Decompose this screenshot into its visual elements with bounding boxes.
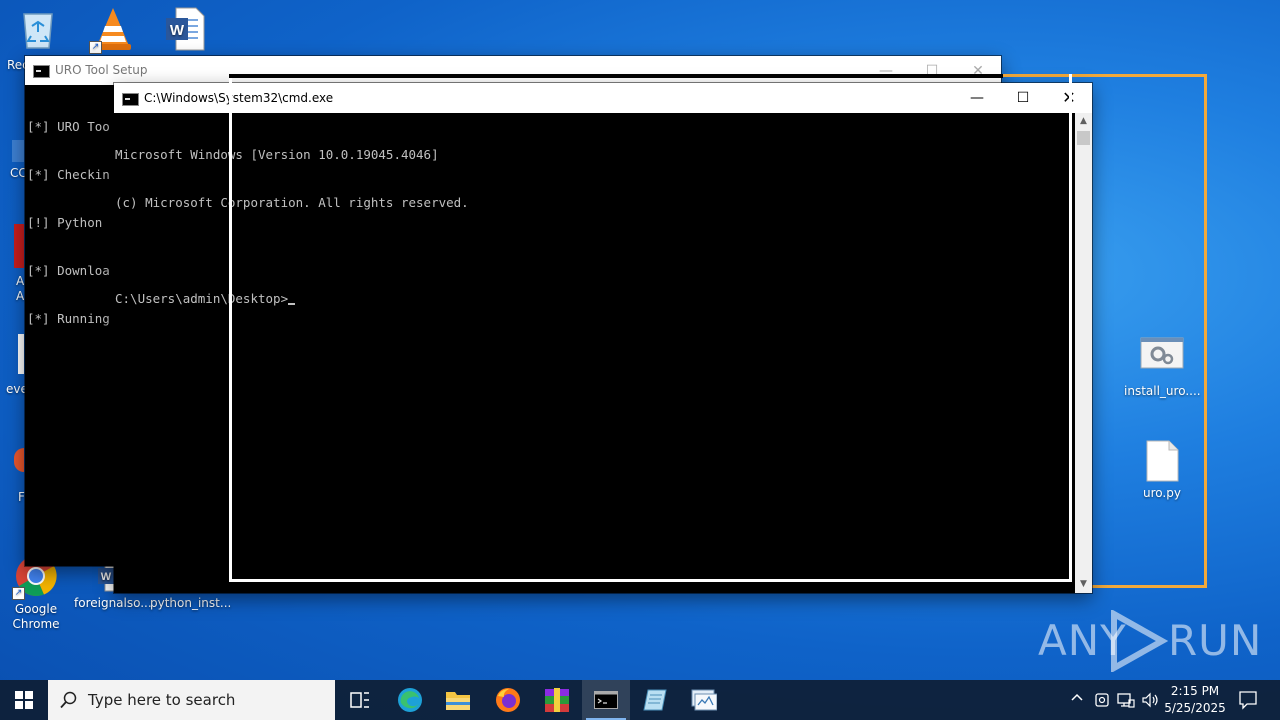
taskbar-search-box[interactable]: Type here to search <box>48 680 335 720</box>
speaker-icon <box>1142 692 1158 708</box>
desktop-icon-recycle-bin[interactable]: Rec <box>0 8 76 72</box>
vertical-scrollbar[interactable]: ▲ ▼ <box>1075 113 1092 593</box>
clipped-desktop-icon[interactable] <box>14 224 24 268</box>
winrar-icon <box>545 688 569 712</box>
play-logo-icon <box>1111 610 1168 672</box>
console-line: [*] Downloa <box>27 263 110 278</box>
desktop-icon-label: eve <box>6 382 28 396</box>
window-title: URO Tool Setup <box>55 63 148 77</box>
search-icon <box>60 691 77 709</box>
console-app-icon <box>122 93 139 106</box>
windows-logo-icon <box>15 691 33 709</box>
desktop-icon-label: python_inst... <box>150 596 232 610</box>
tray-network-icon[interactable] <box>1117 691 1135 712</box>
clipped-desktop-icon[interactable] <box>12 140 24 162</box>
clipped-desktop-icon[interactable] <box>18 334 24 374</box>
shield-icon <box>1095 693 1109 707</box>
app-window-icon <box>691 689 717 711</box>
edge-icon <box>398 688 422 712</box>
notification-icon <box>1239 691 1257 710</box>
action-center-button[interactable] <box>1238 690 1258 713</box>
search-placeholder: Type here to search <box>88 691 236 709</box>
tray-volume-icon[interactable] <box>1141 691 1159 712</box>
folder-icon <box>446 692 470 710</box>
cmd-icon <box>594 691 618 709</box>
show-hidden-icons-button[interactable] <box>1070 691 1086 709</box>
taskbar-app-window[interactable] <box>680 680 728 720</box>
firefox-icon <box>496 688 520 712</box>
console-line: [*] URO Too <box>27 119 110 134</box>
console-line: [*] Checkin <box>27 167 110 182</box>
highlight-frame-white-top <box>229 74 1003 78</box>
chevron-up-icon <box>1071 693 1083 701</box>
clock-date: 5/25/2025 <box>1164 701 1226 715</box>
scroll-thumb[interactable] <box>1077 131 1090 145</box>
taskbar-edge[interactable] <box>386 680 434 720</box>
word-document-icon: W <box>164 6 206 52</box>
desktop-icon-label: Google Chrome <box>12 602 60 631</box>
scroll-up-arrow-icon[interactable]: ▲ <box>1075 113 1092 130</box>
tray-security-icon[interactable] <box>1094 691 1110 712</box>
clipped-desktop-icon[interactable] <box>14 448 24 472</box>
clock-time: 2:15 PM <box>1170 684 1220 698</box>
console-app-icon <box>33 65 50 78</box>
watermark-text-right: RUN <box>1168 616 1263 665</box>
console-output: [*] URO Too [*] Checkin [!] Python [*] D… <box>27 87 110 359</box>
vlc-icon: ↗ <box>89 6 135 54</box>
taskbar-winrar[interactable] <box>533 680 581 720</box>
taskbar-file-explorer[interactable] <box>434 680 482 720</box>
notepad-icon <box>643 689 667 711</box>
highlight-frame-white <box>229 74 1072 582</box>
taskbar-cmd[interactable] <box>582 680 630 720</box>
desktop-icon-vlc[interactable]: ↗ <box>88 6 138 56</box>
taskbar-firefox[interactable] <box>484 680 532 720</box>
desktop-icon-word[interactable]: W <box>160 6 210 56</box>
start-button[interactable] <box>0 680 48 720</box>
scroll-down-arrow-icon[interactable]: ▼ <box>1075 576 1092 593</box>
recycle-bin-icon <box>18 8 58 50</box>
svg-text:W: W <box>101 571 112 583</box>
taskbar-notepad[interactable] <box>631 680 679 720</box>
shortcut-arrow-icon: ↗ <box>12 587 25 600</box>
console-line: [*] Running <box>27 311 110 326</box>
shortcut-arrow-icon: ↗ <box>89 41 102 54</box>
desktop-icon-label: foreignalso... <box>74 596 152 610</box>
console-line: [!] Python <box>27 215 110 230</box>
svg-text:W: W <box>170 22 185 39</box>
task-view-button[interactable] <box>336 680 384 720</box>
network-icon <box>1117 693 1135 708</box>
clock[interactable]: 2:15 PM 5/25/2025 <box>1164 683 1226 717</box>
task-view-icon <box>350 692 369 708</box>
taskbar: Type here to search 2:15 PM 5/25/2025 <box>0 680 1280 720</box>
